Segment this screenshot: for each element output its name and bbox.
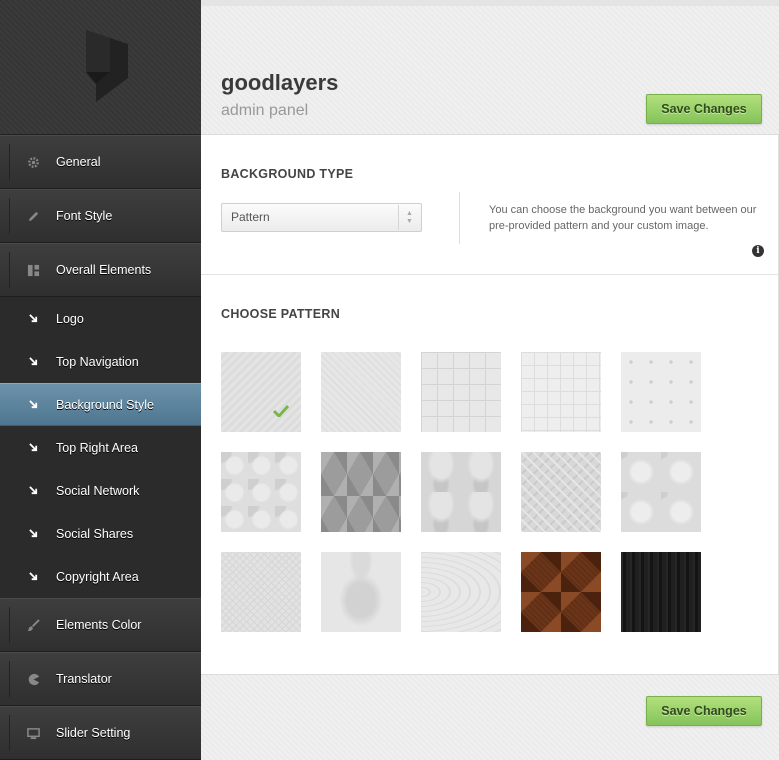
select-arrows-icon: ▲ ▼ <box>398 205 420 230</box>
sidebar-item-label: Elements Color <box>56 618 142 632</box>
arrow-down-right-icon <box>26 484 40 498</box>
sidebar-item-font-style[interactable]: Font Style <box>0 189 201 243</box>
divider <box>201 274 779 275</box>
arrow-down-right-icon <box>26 527 40 541</box>
logo-area <box>0 0 201 135</box>
arrow-down-right-icon <box>26 355 40 369</box>
pattern-option[interactable] <box>521 552 601 632</box>
sidebar-item-top-right-area[interactable]: Top Right Area <box>0 426 201 469</box>
pattern-option[interactable] <box>421 452 501 532</box>
background-type-select[interactable]: Pattern ▲ ▼ <box>221 203 422 232</box>
pattern-option[interactable] <box>621 352 701 432</box>
main-content: goodlayers admin panel Save Changes BACK… <box>201 0 779 760</box>
pattern-option[interactable] <box>621 552 701 632</box>
sidebar-item-label: Translator <box>56 672 112 686</box>
pacman-icon <box>26 672 40 686</box>
info-icon[interactable]: i <box>752 245 764 257</box>
brand-title: goodlayers <box>221 70 339 95</box>
sidebar-item-copyright-area[interactable]: Copyright Area <box>0 555 201 598</box>
pattern-option[interactable] <box>521 452 601 532</box>
sidebar-item-label: Overall Elements <box>56 263 152 277</box>
pencil-icon <box>26 209 40 223</box>
pattern-option[interactable] <box>321 352 401 432</box>
sidebar-item-translator[interactable]: Translator <box>0 652 201 706</box>
sidebar-item-label: Font Style <box>56 209 113 223</box>
arrow-down-right-icon <box>26 441 40 455</box>
sidebar-item-label: Logo <box>56 311 84 326</box>
pattern-option[interactable] <box>221 452 301 532</box>
pattern-option[interactable] <box>221 352 301 432</box>
arrow-down-right-icon <box>26 570 40 584</box>
pattern-option[interactable] <box>421 552 501 632</box>
sidebar-item-social-network[interactable]: Social Network <box>0 469 201 512</box>
sidebar-item-label: Copyright Area <box>56 569 139 584</box>
sidebar: General Font Style Overall Elements Logo <box>0 0 201 760</box>
gear-icon <box>26 155 40 169</box>
sidebar-item-elements-color[interactable]: Elements Color <box>0 598 201 652</box>
header: goodlayers admin panel Save Changes <box>201 0 779 135</box>
sidebar-item-label: Top Navigation <box>56 354 139 369</box>
pattern-option[interactable] <box>421 352 501 432</box>
sidebar-item-label: Social Network <box>56 483 140 498</box>
pattern-option[interactable] <box>521 352 601 432</box>
footer: Save Changes <box>201 674 779 760</box>
sidebar-item-social-shares[interactable]: Social Shares <box>0 512 201 555</box>
sidebar-item-label: Slider Setting <box>56 726 131 740</box>
choose-pattern-title: CHOOSE PATTERN <box>221 307 341 321</box>
sidebar-item-label: Top Right Area <box>56 440 138 455</box>
save-changes-button[interactable]: Save Changes <box>646 94 762 124</box>
layout-icon <box>26 263 40 277</box>
sidebar-item-overall-elements[interactable]: Overall Elements <box>0 243 201 297</box>
sidebar-item-label: Background Style <box>56 397 154 412</box>
background-type-value: Pattern <box>231 210 270 224</box>
pattern-option[interactable] <box>621 452 701 532</box>
sidebar-nav: General Font Style Overall Elements Logo <box>0 135 201 760</box>
pattern-option[interactable] <box>321 552 401 632</box>
checkmark-icon <box>273 404 289 417</box>
sidebar-item-label: Social Shares <box>56 526 134 541</box>
sidebar-item-top-navigation[interactable]: Top Navigation <box>0 340 201 383</box>
background-type-help: You can choose the background you want b… <box>489 204 757 232</box>
background-type-title: BACKGROUND TYPE <box>221 167 354 181</box>
divider <box>459 192 460 244</box>
sidebar-item-slider-setting[interactable]: Slider Setting <box>0 706 201 760</box>
arrow-down-right-icon <box>26 312 40 326</box>
sidebar-item-general[interactable]: General <box>0 135 201 189</box>
brand-subtitle: admin panel <box>221 102 309 119</box>
monitor-icon <box>26 726 40 740</box>
sidebar-item-label: General <box>56 155 101 169</box>
settings-panel: BACKGROUND TYPE Pattern ▲ ▼ You can choos… <box>201 135 779 674</box>
goodlayers-logo-icon <box>86 30 128 102</box>
sidebar-item-background-style[interactable]: Background Style <box>0 383 201 426</box>
arrow-down-right-icon <box>26 398 40 412</box>
sidebar-item-logo[interactable]: Logo <box>0 297 201 340</box>
pattern-option[interactable] <box>221 552 301 632</box>
save-changes-button-bottom[interactable]: Save Changes <box>646 696 762 726</box>
brush-icon <box>26 618 40 632</box>
pattern-option[interactable] <box>321 452 401 532</box>
